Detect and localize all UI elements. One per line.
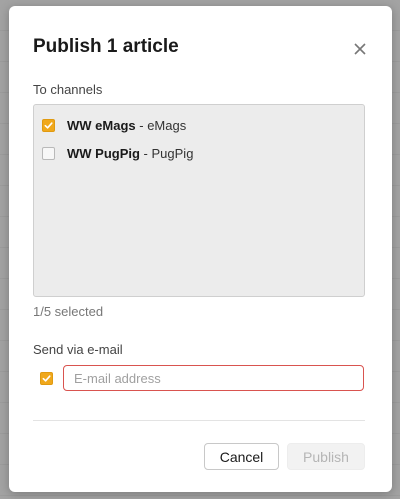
publish-button[interactable]: Publish [287,443,365,470]
footer-divider [33,420,365,421]
channel-list: WW eMags - eMags WW PugPig - PugPig [33,104,365,297]
channel-detail: PugPig [151,145,194,161]
channel-item-ww-emags[interactable]: WW eMags - eMags [42,114,186,136]
dialog-title: Publish 1 article [33,36,179,57]
selected-count: 1/5 selected [33,304,104,319]
close-button[interactable] [349,38,371,60]
check-icon [42,374,51,382]
channel-separator: - [135,117,148,133]
channel-separator: - [139,145,152,161]
channel-checkbox-unchecked[interactable] [42,146,55,160]
check-icon [44,121,53,129]
cancel-button[interactable]: Cancel [204,443,279,470]
publish-dialog: Publish 1 article To channels WW eMags -… [9,6,392,492]
channel-name: WW PugPig [67,145,140,161]
email-input[interactable] [63,365,364,391]
close-icon [354,43,366,55]
channels-label: To channels [33,82,103,97]
channel-name: WW eMags [67,117,136,133]
email-checkbox[interactable] [40,371,53,385]
channel-detail: eMags [147,117,187,133]
email-label: Send via e-mail [33,342,123,357]
channel-item-ww-pugpig[interactable]: WW PugPig - PugPig [42,142,193,164]
email-row [40,365,364,391]
channel-checkbox-checked[interactable] [42,118,55,132]
